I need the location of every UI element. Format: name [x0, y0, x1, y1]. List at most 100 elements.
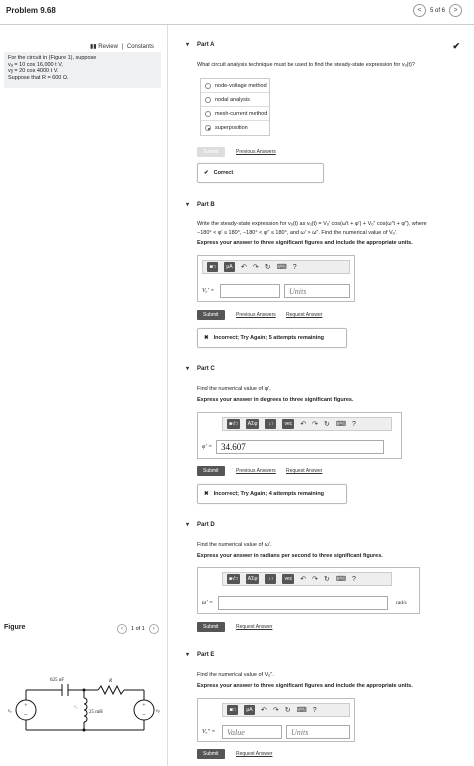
check-icon: ✔ — [204, 170, 209, 176]
option-nodal-analysis[interactable]: nodal analysis — [201, 93, 269, 107]
part-e-value-input[interactable]: Value — [222, 725, 282, 739]
prev-problem-button[interactable]: < — [412, 4, 426, 17]
subscript-button[interactable]: ↓↑ — [265, 419, 277, 429]
units-button[interactable]: μA — [244, 705, 255, 715]
part-b-header[interactable]: ▾ Part B — [186, 201, 215, 209]
problem-pager: < 5 of 6 > — [412, 4, 462, 17]
undo-icon[interactable]: ↶ — [300, 420, 306, 428]
part-d-variable-label: ω′ = — [202, 600, 214, 606]
reset-icon[interactable]: ↻ — [285, 706, 291, 714]
part-e-submit-button[interactable]: Submit — [197, 749, 225, 759]
part-b-submit-button[interactable]: Submit — [197, 310, 225, 320]
part-a-header[interactable]: ▾ Part A — [186, 41, 214, 49]
left-toolbar: ▮▮ Review | Constants — [90, 43, 154, 50]
option-superposition[interactable]: superposition — [201, 121, 269, 135]
part-a-options: node-voltage method nodal analysis mesh-… — [200, 78, 270, 136]
reset-icon[interactable]: ↻ — [265, 263, 271, 271]
part-b-previous-answers-link[interactable]: Previous Answers — [236, 312, 276, 318]
part-a-previous-answers-link[interactable]: Previous Answers — [236, 149, 276, 155]
toolbar-separator: | — [121, 44, 124, 50]
part-d-value-input[interactable] — [218, 596, 388, 610]
help-icon[interactable]: ? — [352, 421, 356, 428]
part-a-question: What circuit analysis technique must be … — [197, 62, 415, 68]
next-problem-button[interactable]: > — [449, 4, 462, 17]
part-d-question: Find the numerical value of ω′. — [197, 542, 272, 548]
part-c-variable-label: φ′ = — [202, 444, 213, 450]
part-a-submit-button[interactable]: Submit — [197, 147, 225, 157]
part-b-units-input[interactable]: Units — [284, 284, 350, 298]
units-button[interactable]: μA — [224, 262, 235, 272]
radio-icon[interactable] — [205, 82, 211, 89]
templates-button[interactable]: ■√□ — [227, 419, 240, 429]
reset-icon[interactable]: ↻ — [324, 420, 330, 428]
collapse-caret-icon[interactable]: ▾ — [186, 651, 189, 658]
review-link[interactable]: Review — [98, 44, 118, 50]
source-a-label: vₐ — [8, 709, 12, 714]
vector-button[interactable]: vec — [282, 574, 295, 584]
part-e-units-input[interactable]: Units — [286, 725, 350, 739]
part-d-instruction: Express your answer in radians per secon… — [197, 553, 383, 559]
vector-button[interactable]: vec — [282, 419, 295, 429]
radio-icon[interactable] — [205, 110, 211, 117]
part-c-header[interactable]: ▾ Part C — [186, 365, 215, 373]
undo-icon[interactable]: ↶ — [241, 263, 247, 271]
constants-link[interactable]: Constants — [127, 44, 154, 50]
help-icon[interactable]: ? — [352, 576, 356, 583]
redo-icon[interactable]: ↷ — [273, 706, 279, 714]
part-c-feedback: ✖ Incorrect; Try Again; 4 attempts remai… — [197, 484, 347, 504]
part-d-request-answer-link[interactable]: Request Answer — [236, 624, 272, 630]
part-d-answer-box: ■√□ AΣφ ↓↑ vec ↶ ↷ ↻ ⌨ ? ω′ = rad/s — [197, 567, 420, 614]
greek-button[interactable]: AΣφ — [245, 419, 260, 429]
greek-button[interactable]: AΣφ — [245, 574, 260, 584]
collapse-caret-icon[interactable]: ▾ — [186, 521, 189, 528]
templates-button[interactable]: ■□ — [227, 705, 238, 715]
keyboard-icon[interactable]: ⌨ — [336, 420, 346, 428]
part-b-feedback: ✖ Incorrect; Try Again; 5 attempts remai… — [197, 328, 347, 348]
subscript-button[interactable]: ↓↑ — [265, 574, 277, 584]
redo-icon[interactable]: ↷ — [312, 420, 318, 428]
part-a-check-icon: ✔ — [452, 41, 460, 51]
undo-icon[interactable]: ↶ — [261, 706, 267, 714]
part-d-submit-button[interactable]: Submit — [197, 622, 225, 632]
keyboard-icon[interactable]: ⌨ — [297, 706, 307, 714]
keyboard-icon[interactable]: ⌨ — [336, 575, 346, 583]
part-c-submit-button[interactable]: Submit — [197, 466, 225, 476]
prev-figure-button[interactable]: ‹ — [117, 624, 127, 634]
templates-button[interactable]: ■√□ — [227, 574, 240, 584]
part-a-feedback: ✔ Correct — [197, 163, 324, 183]
svg-text:+: + — [142, 703, 146, 709]
part-c-request-answer-link[interactable]: Request Answer — [286, 468, 322, 474]
templates-button[interactable]: ■□ — [207, 262, 218, 272]
redo-icon[interactable]: ↷ — [253, 263, 259, 271]
part-b-instruction: Express your answer to three significant… — [197, 240, 413, 246]
part-e-request-answer-link[interactable]: Request Answer — [236, 751, 272, 757]
reset-icon[interactable]: ↻ — [324, 575, 330, 583]
collapse-caret-icon[interactable]: ▾ — [186, 365, 189, 372]
problem-statement: For the circuit in (Figure 1), suppose v… — [4, 52, 161, 88]
header-divider — [0, 24, 474, 25]
part-b-request-answer-link[interactable]: Request Answer — [286, 312, 322, 318]
redo-icon[interactable]: ↷ — [312, 575, 318, 583]
option-mesh-current[interactable]: mesh-current method — [201, 107, 269, 121]
radio-selected-icon[interactable] — [205, 125, 211, 131]
option-node-voltage[interactable]: node-voltage method — [201, 79, 269, 93]
help-icon[interactable]: ? — [293, 264, 297, 271]
incorrect-icon: ✖ — [204, 491, 209, 497]
part-e-header[interactable]: ▾ Part E — [186, 651, 214, 659]
collapse-caret-icon[interactable]: ▾ — [186, 201, 189, 208]
source-b-label: vᵦ — [156, 709, 160, 714]
radio-icon[interactable] — [205, 96, 211, 103]
part-d-header[interactable]: ▾ Part D — [186, 521, 215, 529]
next-figure-button[interactable]: › — [148, 624, 159, 634]
part-b-title: Part B — [197, 201, 215, 208]
incorrect-icon: ✖ — [204, 335, 209, 341]
help-icon[interactable]: ? — [313, 707, 317, 714]
collapse-caret-icon[interactable]: ▾ — [186, 41, 189, 48]
part-c-instruction: Express your answer in degrees to three … — [197, 397, 354, 403]
part-c-previous-answers-link[interactable]: Previous Answers — [236, 468, 276, 474]
part-c-value-input[interactable]: 34.607 — [216, 440, 384, 454]
keyboard-icon[interactable]: ⌨ — [277, 263, 287, 271]
undo-icon[interactable]: ↶ — [300, 575, 306, 583]
part-b-value-input[interactable] — [220, 284, 280, 298]
page-title: Problem 9.68 — [6, 6, 56, 15]
